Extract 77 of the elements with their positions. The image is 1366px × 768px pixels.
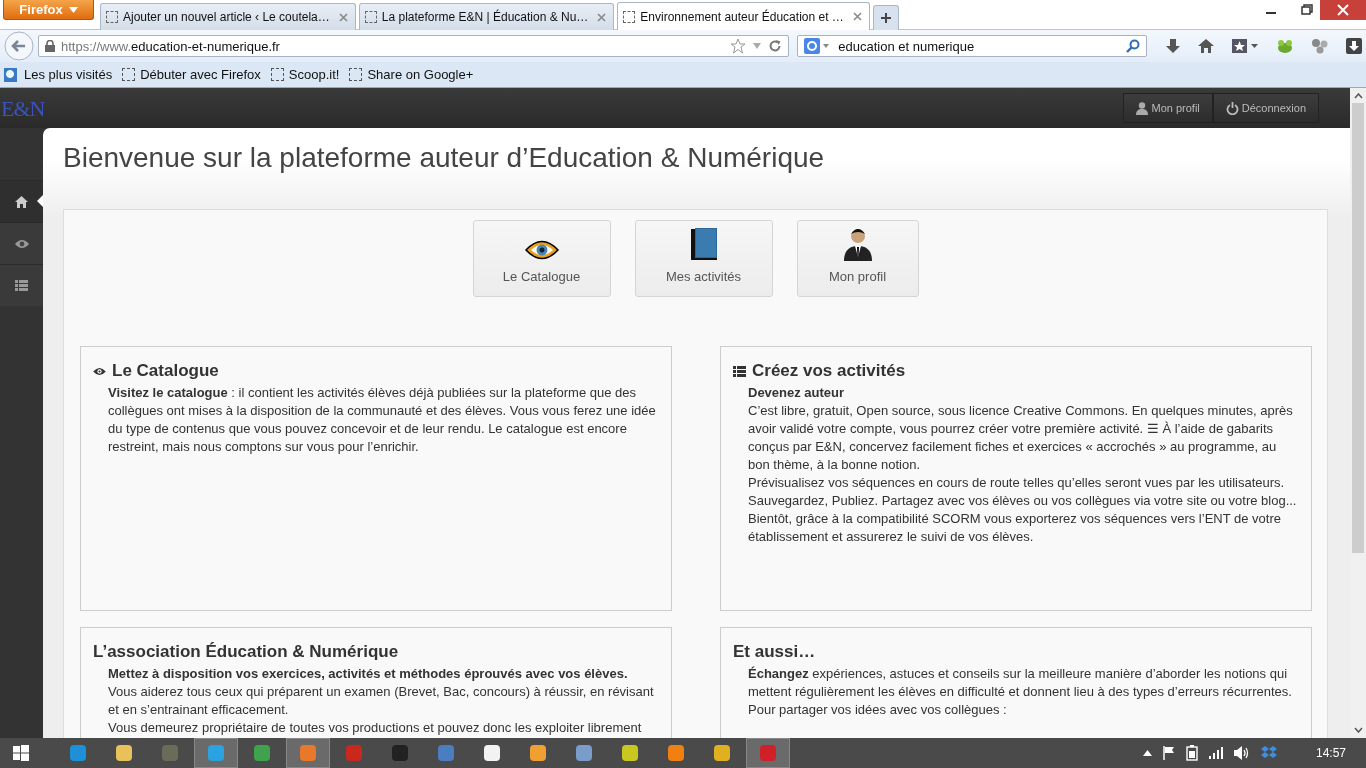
dropbox-icon[interactable] — [1260, 746, 1277, 760]
eye-icon — [524, 239, 559, 261]
caret-icon[interactable] — [1142, 750, 1152, 756]
bookmark-item[interactable]: Share on Google+ — [349, 67, 474, 82]
user-icon — [1136, 101, 1149, 115]
eye-icon — [93, 366, 106, 376]
bookmarks-icon[interactable] — [1231, 38, 1259, 54]
google-icon[interactable] — [804, 38, 831, 54]
paragraph: C’est libre, gratuit, Open source, sous licence Creative Commons. En quelques minutes, après avoir validé votre compte, vous pourrez créer votre première activité. ☰ À l’aide de gabarits conçus par E&N, concervez facilement fiches et exercices « accrochés » au programme, au bon thème, à la bonne notion. — [748, 402, 1294, 474]
molecule-icon[interactable] — [1311, 38, 1329, 54]
signal-icon[interactable] — [1208, 747, 1223, 759]
page-icon — [270, 68, 284, 81]
paragraph: Pour partager vos idées avec vos collègues : — [748, 701, 1008, 719]
plus-icon — [879, 12, 892, 24]
bookmark-item[interactable]: Scoop.it! — [270, 67, 340, 82]
close-icon[interactable] — [597, 12, 607, 22]
bookmark-item[interactable]: Les plus visités — [3, 66, 113, 83]
header-button[interactable]: Déconnexion — [1212, 93, 1319, 123]
search-field[interactable]: education et numerique — [797, 35, 1147, 57]
person-icon — [842, 227, 873, 261]
reload-icon[interactable] — [768, 39, 783, 53]
page-icon — [349, 68, 363, 81]
paragraph: Prévisualisez vos séquences en cours de route telles qu’elles seront vues par les utilisateurs. Sauvegardez, Publiez. Partagez avec vos élèves ou vos collègues via votre site ou votre blog... Bientôt, grâce à la compatibilité SCORM vous exporterez vos séquences vers l’ENT de votre établissement et assurerez le suivi de vos élèves. — [748, 474, 1298, 546]
eye-icon — [14, 238, 29, 249]
shortcut-button[interactable]: Mes activités — [634, 220, 773, 297]
bookmark-item[interactable]: Débuter avec Firefox — [122, 67, 261, 82]
paragraph: Vous demeurez propriétaire de toutes vos productions et pouvez donc les exploiter librement — [108, 719, 643, 737]
sidebar-item[interactable] — [0, 264, 43, 306]
frog-icon[interactable] — [1276, 38, 1294, 54]
list-icon — [733, 365, 746, 377]
back-button[interactable] — [4, 31, 34, 61]
library-icon — [3, 66, 19, 83]
page-title: Bienvenue sur la plateforme auteur d’Education & Numérique — [63, 142, 826, 175]
scrollbar[interactable] — [1350, 88, 1366, 738]
shortcut-button[interactable]: Le Catalogue — [472, 220, 611, 297]
card-heading: Et aussi… — [733, 642, 816, 662]
browser-tab[interactable]: La plateforme E&N | Éducation & Nu… — [358, 3, 615, 30]
lead-text: Devenez auteur — [748, 384, 846, 402]
home-icon[interactable] — [1198, 38, 1214, 54]
download-icon[interactable] — [1346, 38, 1362, 54]
browser-tab[interactable]: Ajouter un nouvel article ‹ Le coutela… — [100, 3, 356, 30]
list-icon — [15, 280, 28, 291]
star-icon[interactable] — [730, 38, 747, 54]
new-tab-button[interactable] — [872, 5, 899, 30]
sidebar-item[interactable] — [0, 180, 43, 222]
close-icon[interactable] — [338, 12, 348, 22]
lock-icon — [45, 40, 55, 52]
header-button[interactable]: Mon profil — [1123, 93, 1213, 123]
flag-icon[interactable] — [1162, 746, 1175, 760]
start-icon[interactable] — [13, 745, 29, 761]
address-field[interactable]: https://www.education-et-numerique.fr — [38, 35, 790, 57]
shortcut-button[interactable]: Mon profil — [796, 220, 919, 297]
caret-icon — [68, 6, 78, 13]
book-icon — [688, 227, 719, 261]
page-icon — [122, 68, 136, 81]
card-heading: Le Catalogue — [112, 361, 219, 381]
download-icon[interactable] — [1165, 38, 1181, 54]
close-icon[interactable] — [1320, 0, 1366, 20]
paragraph: Échangez expériences, astuces et conseils sur la meilleure manière d’aborder les notions qui mettent régulièrement les élèves en difficulté et donnent lieu à des types d’erreurs récurrentes. — [748, 665, 1293, 701]
battery-icon[interactable] — [1185, 745, 1198, 761]
page-icon — [364, 11, 377, 23]
home-icon — [15, 195, 28, 208]
volume-icon[interactable] — [1233, 746, 1250, 760]
close-icon[interactable] — [852, 12, 862, 21]
browser-tab[interactable]: Environnement auteur Éducation et … — [617, 2, 870, 30]
sidebar-item[interactable] — [0, 222, 43, 264]
search-icon[interactable] — [1126, 39, 1140, 53]
power-icon — [1225, 101, 1239, 115]
dropdown-icon[interactable] — [752, 42, 763, 50]
paragraph: Vous aiderez tous ceux qui préparent un examen (Brevet, Bac, concours) à réussir, en révisant et en s’entrainant efficacement. — [108, 683, 655, 719]
card-heading: L’association Éducation & Numérique — [93, 642, 399, 662]
page-icon — [623, 10, 636, 23]
card-heading: Créez vos activités — [752, 361, 906, 381]
page-icon — [106, 11, 118, 23]
paragraph: Visitez le catalogue : il contient les activités élèves déjà publiées sur la plateforme que des collègues ont mises à la disposition de la communauté et des élèves. Vous vous ferez une idée du type de contenus que vous pouvez concevoir et de leur rendu. Le catalogue est encore restreint, mais nous comptons sur vous pour l’enrichir. — [108, 384, 657, 456]
clock[interactable]: 14:57 — [1315, 746, 1346, 760]
lead-text: Mettez à disposition vos exercices, activités et méthodes éprouvés avec vos élèves. — [108, 665, 629, 683]
